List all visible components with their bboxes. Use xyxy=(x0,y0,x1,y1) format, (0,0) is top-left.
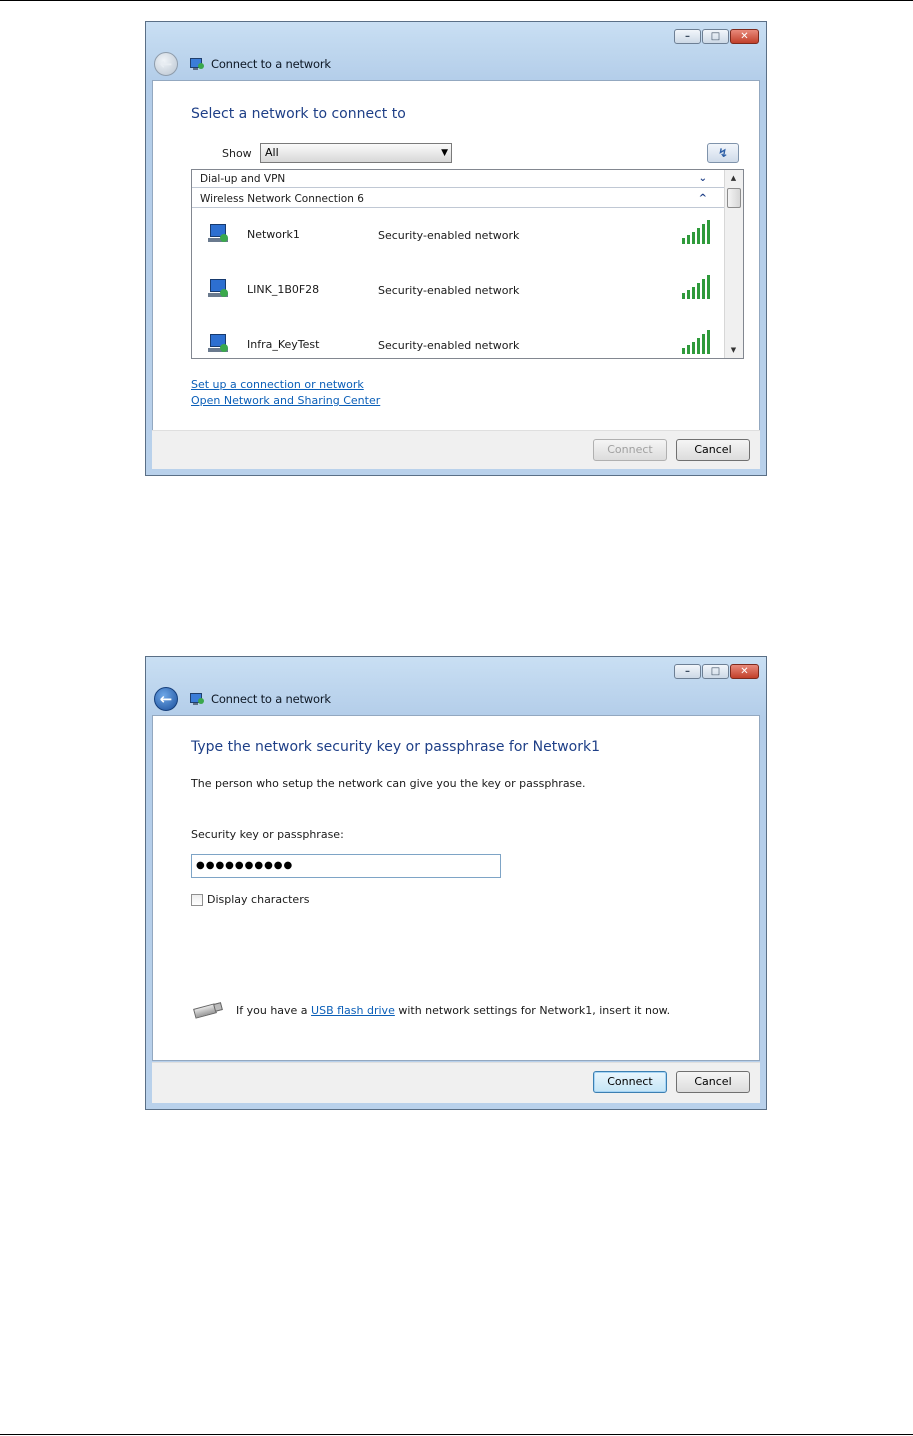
network-icon xyxy=(189,691,205,707)
minimize-icon[interactable]: – xyxy=(674,29,701,44)
title-row: ← Connect to a network xyxy=(154,686,331,712)
signal-strength-icon xyxy=(682,330,714,354)
back-arrow-icon[interactable]: ← xyxy=(154,687,178,711)
usb-hint-text: If you have a USB flash drive with netwo… xyxy=(236,1004,670,1017)
connect-button[interactable]: Connect xyxy=(593,439,667,461)
display-characters-checkbox[interactable] xyxy=(191,894,203,906)
signal-strength-icon xyxy=(682,275,714,299)
network-row[interactable]: Network1 Security-enabled network xyxy=(192,208,725,263)
wireless-network-icon xyxy=(208,224,230,246)
wireless-network-icon xyxy=(208,334,230,356)
instruction-text: The person who setup the network can giv… xyxy=(191,777,586,790)
scroll-up-icon[interactable]: ▲ xyxy=(725,170,742,186)
network-row[interactable]: LINK_1B0F28 Security-enabled network xyxy=(192,263,725,318)
show-filter-value: All xyxy=(265,146,279,159)
window-title: Connect to a network xyxy=(211,57,331,71)
scroll-down-icon[interactable]: ▼ xyxy=(725,342,742,358)
usb-hint-suffix: with network settings for Network1, inse… xyxy=(394,1004,671,1017)
chevron-up-icon[interactable]: ^ xyxy=(699,190,707,208)
scrollbar-thumb[interactable] xyxy=(727,188,741,208)
maximize-icon[interactable]: □ xyxy=(702,664,729,679)
network-name: Infra_KeyTest xyxy=(247,338,320,351)
group-header-dialup[interactable]: Dial-up and VPN ⌄ xyxy=(192,170,725,188)
title-row: ← Connect to a network xyxy=(154,51,331,77)
cancel-button[interactable]: Cancel xyxy=(676,439,750,461)
connect-network-window-select: – □ ✕ ← Connect to a network Select a ne… xyxy=(145,21,767,476)
network-sharing-center-link[interactable]: Open Network and Sharing Center xyxy=(191,394,380,407)
cancel-button[interactable]: Cancel xyxy=(676,1071,750,1093)
back-arrow-icon[interactable]: ← xyxy=(154,52,178,76)
group-label: Dial-up and VPN xyxy=(200,173,286,185)
close-icon[interactable]: ✕ xyxy=(730,29,759,44)
security-key-label: Security key or passphrase: xyxy=(191,828,344,841)
network-name: LINK_1B0F28 xyxy=(247,283,320,296)
list-scrollbar[interactable]: ▲ ▼ xyxy=(724,170,743,358)
minimize-icon[interactable]: – xyxy=(674,664,701,679)
caption-buttons: – □ ✕ xyxy=(674,664,759,679)
signal-strength-icon xyxy=(682,220,714,244)
close-icon[interactable]: ✕ xyxy=(730,664,759,679)
wireless-network-icon xyxy=(208,279,230,301)
network-row[interactable]: Infra_KeyTest Security-enabled network xyxy=(192,318,725,358)
usb-drive-icon xyxy=(190,1002,223,1019)
connect-network-window-key: – □ ✕ ← Connect to a network Type the ne… xyxy=(145,656,767,1110)
page-title: Type the network security key or passphr… xyxy=(191,739,600,755)
caption-buttons: – □ ✕ xyxy=(674,29,759,44)
show-label: Show xyxy=(222,147,252,160)
setup-connection-link[interactable]: Set up a connection or network xyxy=(191,378,364,391)
show-filter-select[interactable]: All ▼ xyxy=(260,143,452,163)
page-title: Select a network to connect to xyxy=(191,106,406,122)
chevron-down-icon[interactable]: ⌄ xyxy=(699,170,707,188)
maximize-icon[interactable]: □ xyxy=(702,29,729,44)
network-security: Security-enabled network xyxy=(378,339,520,352)
refresh-icon[interactable]: ↯ xyxy=(707,143,739,163)
network-security: Security-enabled network xyxy=(378,284,520,297)
network-security: Security-enabled network xyxy=(378,229,520,242)
group-label: Wireless Network Connection 6 xyxy=(200,193,364,205)
content-panel: Select a network to connect to Show All … xyxy=(152,80,760,431)
top-page-rule xyxy=(0,0,913,1)
usb-hint-prefix: If you have a xyxy=(236,1004,312,1017)
network-list: Dial-up and VPN ⌄ Wireless Network Conne… xyxy=(191,169,744,359)
chevron-down-icon: ▼ xyxy=(441,148,448,158)
usb-flash-drive-link[interactable]: USB flash drive xyxy=(311,1004,395,1017)
button-bar: Connect Cancel xyxy=(152,1062,760,1103)
group-header-wireless[interactable]: Wireless Network Connection 6 ^ xyxy=(192,190,725,208)
security-key-input[interactable]: ●●●●●●●●●● xyxy=(191,854,501,878)
button-bar: Connect Cancel xyxy=(152,430,760,469)
content-panel: Type the network security key or passphr… xyxy=(152,715,760,1061)
connect-button[interactable]: Connect xyxy=(593,1071,667,1093)
display-characters-label[interactable]: Display characters xyxy=(207,893,309,906)
network-name: Network1 xyxy=(247,228,300,241)
network-icon xyxy=(189,56,205,72)
window-title: Connect to a network xyxy=(211,692,331,706)
bottom-page-rule xyxy=(0,1434,913,1435)
